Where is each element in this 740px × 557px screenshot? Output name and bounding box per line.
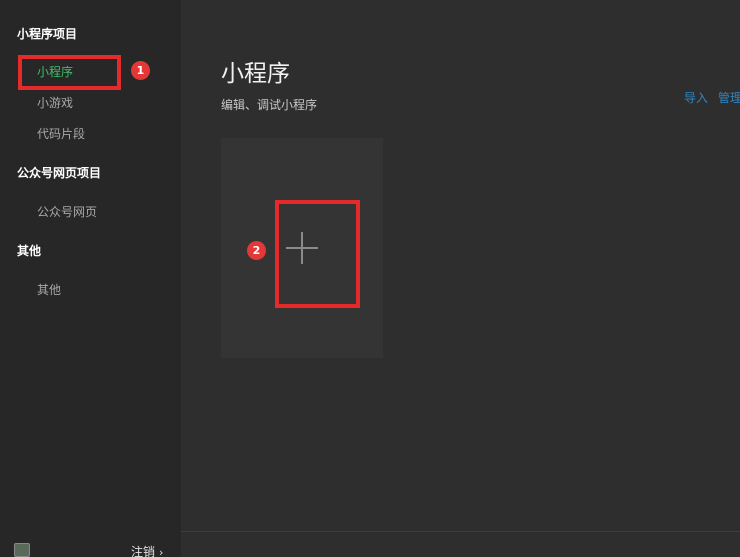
page-subtitle: 编辑、调试小程序: [221, 98, 318, 112]
logout-label: 注销: [131, 545, 156, 557]
annotation-highlight-box-2: [275, 200, 360, 308]
annotation-badge-1: 1: [131, 61, 150, 80]
logout-button[interactable]: 注销 ›: [131, 543, 163, 557]
section-title-official-account: 公众号网页项目: [17, 166, 102, 180]
annotation-badge-2: 2: [247, 241, 266, 260]
page-title: 小程序: [221, 61, 290, 87]
section-title-other: 其他: [17, 244, 42, 258]
sidebar-item-minigame[interactable]: 小游戏: [37, 94, 73, 111]
import-link[interactable]: 导入: [684, 91, 708, 105]
sidebar-item-other[interactable]: 其他: [37, 281, 61, 298]
footer-divider: [181, 531, 740, 532]
chevron-right-icon: ›: [159, 546, 164, 557]
sidebar-item-code-snippet[interactable]: 代码片段: [37, 125, 85, 142]
user-avatar-icon[interactable]: [14, 543, 30, 557]
annotation-highlight-box-1: [18, 55, 121, 90]
manage-link[interactable]: 管理: [718, 91, 740, 105]
section-title-miniprogram-projects: 小程序项目: [17, 27, 78, 41]
toolbar-links: 导入 管理: [684, 89, 740, 106]
sidebar-item-official-account-web[interactable]: 公众号网页: [37, 203, 97, 220]
